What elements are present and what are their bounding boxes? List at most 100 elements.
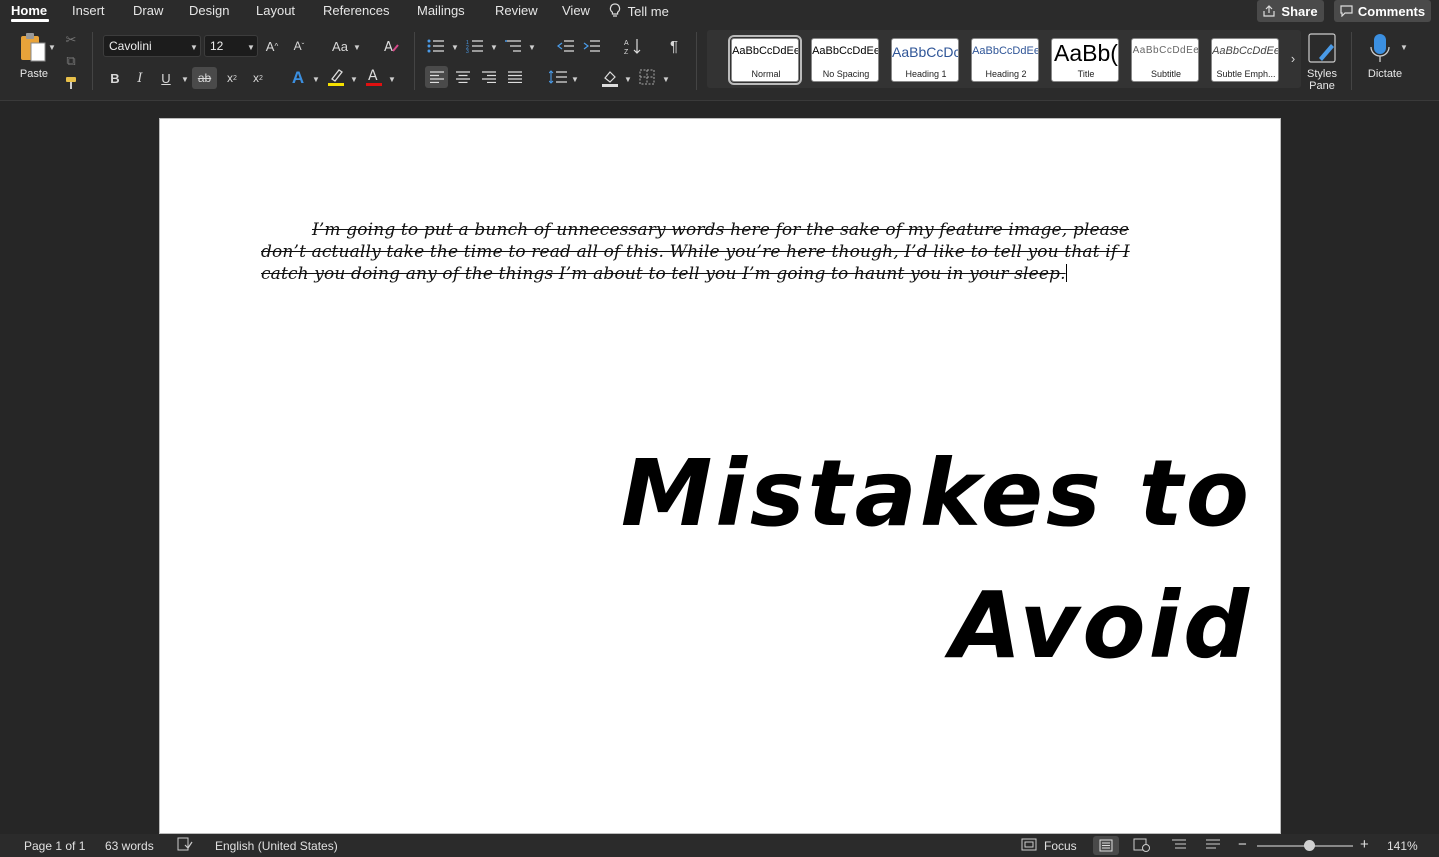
- bullets-icon[interactable]: [426, 36, 446, 56]
- share-button[interactable]: Share: [1257, 0, 1324, 22]
- shrink-font-icon[interactable]: Aˇ: [289, 36, 309, 56]
- shading-chevron-icon[interactable]: ▼: [624, 75, 632, 84]
- font-size-chevron-icon[interactable]: ▼: [247, 43, 255, 52]
- font-color-chevron-icon[interactable]: ▼: [388, 75, 396, 84]
- outline-view-icon[interactable]: [1171, 838, 1187, 854]
- underline-chevron-icon[interactable]: ▼: [181, 75, 189, 84]
- font-family-value: Cavolini: [109, 39, 152, 53]
- language[interactable]: English (United States): [215, 839, 338, 853]
- zoom-level[interactable]: 141%: [1387, 839, 1418, 853]
- superscript-icon[interactable]: x2: [248, 68, 268, 88]
- chevron-right-icon[interactable]: ›: [1287, 50, 1299, 66]
- styles-pane-icon: [1308, 33, 1336, 63]
- focus-button[interactable]: Focus: [1044, 839, 1077, 853]
- paste-options-chevron-icon[interactable]: ▼: [48, 43, 56, 52]
- page-count[interactable]: Page 1 of 1: [24, 839, 85, 853]
- change-case-chevron-icon[interactable]: ▼: [353, 43, 361, 52]
- copy-icon[interactable]: ⧉: [62, 53, 80, 69]
- justify-icon[interactable]: [505, 67, 525, 87]
- style-normal[interactable]: AaBbCcDdEe Normal: [728, 35, 802, 85]
- group-divider: [1351, 32, 1352, 90]
- shading-icon[interactable]: [599, 67, 621, 89]
- numbering-chevron-icon[interactable]: ▼: [490, 43, 498, 52]
- style-heading-2[interactable]: AaBbCcDdEe Heading 2: [971, 38, 1039, 82]
- heading-line-1[interactable]: Mistakes to: [621, 439, 1252, 549]
- borders-icon[interactable]: [636, 67, 658, 87]
- align-right-icon[interactable]: [479, 67, 499, 87]
- tab-design[interactable]: Design: [189, 3, 229, 18]
- print-layout-view[interactable]: [1093, 836, 1119, 855]
- dictate-chevron-icon[interactable]: ▼: [1400, 43, 1408, 52]
- proofing-icon[interactable]: [177, 837, 193, 854]
- bullets-chevron-icon[interactable]: ▼: [451, 43, 459, 52]
- bold-icon[interactable]: B: [106, 68, 124, 88]
- styles-pane-label: Styles Pane: [1307, 68, 1337, 92]
- web-layout-icon[interactable]: [1133, 838, 1150, 855]
- change-case-icon[interactable]: Aa: [328, 36, 352, 56]
- multilevel-chevron-icon[interactable]: ▼: [528, 43, 536, 52]
- tab-insert[interactable]: Insert: [72, 3, 105, 18]
- heading-line-2[interactable]: Avoid: [950, 571, 1252, 681]
- format-painter-icon[interactable]: [61, 74, 81, 92]
- strikethrough-icon[interactable]: ab: [192, 67, 217, 89]
- tell-me-label: Tell me: [627, 4, 669, 19]
- text-cursor: [1065, 264, 1067, 282]
- word-count[interactable]: 63 words: [105, 839, 154, 853]
- microphone-icon: [1370, 34, 1390, 62]
- svg-text:A: A: [384, 40, 393, 54]
- tab-review[interactable]: Review: [495, 3, 538, 18]
- subscript-icon[interactable]: x2: [222, 68, 242, 88]
- zoom-out-button[interactable]: −: [1238, 836, 1247, 853]
- draft-view-icon[interactable]: [1205, 838, 1221, 854]
- line-spacing-icon[interactable]: [547, 67, 569, 87]
- align-center-icon[interactable]: [453, 67, 473, 87]
- style-no-spacing[interactable]: AaBbCcDdEe No Spacing: [811, 38, 879, 82]
- dictate-button[interactable]: [1367, 31, 1393, 65]
- pilcrow-icon[interactable]: ¶: [664, 36, 684, 56]
- borders-chevron-icon[interactable]: ▼: [662, 75, 670, 84]
- style-subtitle[interactable]: AaBbCcDdEe Subtitle: [1131, 38, 1199, 82]
- text-effects-icon[interactable]: A: [288, 67, 308, 89]
- style-name: No Spacing: [822, 69, 870, 79]
- zoom-slider-thumb[interactable]: [1304, 840, 1315, 851]
- comments-button[interactable]: Comments: [1334, 0, 1431, 22]
- highlight-icon[interactable]: [326, 66, 346, 88]
- italic-icon[interactable]: I: [131, 68, 149, 88]
- style-preview: AaBbCcDdEe: [812, 45, 879, 57]
- font-color-icon[interactable]: A: [364, 66, 384, 88]
- tab-view[interactable]: View: [562, 3, 590, 18]
- zoom-in-button[interactable]: +: [1360, 836, 1369, 853]
- style-preview: AaBbCcDdEe: [732, 45, 799, 57]
- align-left-icon[interactable]: [425, 66, 448, 88]
- multilevel-list-icon[interactable]: [504, 36, 524, 56]
- text-effects-chevron-icon[interactable]: ▼: [312, 75, 320, 84]
- cut-icon[interactable]: ✂: [62, 32, 80, 48]
- comments-label: Comments: [1357, 3, 1426, 19]
- sort-icon[interactable]: AZ: [623, 36, 643, 56]
- style-title[interactable]: AaBb( Title: [1051, 38, 1119, 82]
- decrease-indent-icon[interactable]: [556, 36, 576, 56]
- tab-references[interactable]: References: [323, 3, 389, 18]
- tab-mailings[interactable]: Mailings: [417, 3, 465, 18]
- underline-icon[interactable]: U: [157, 68, 175, 88]
- font-family-chevron-icon[interactable]: ▼: [190, 43, 198, 52]
- focus-icon[interactable]: [1021, 838, 1037, 854]
- style-subtle-emphasis[interactable]: AaBbCcDdEe Subtle Emph...: [1211, 38, 1279, 82]
- grow-font-icon[interactable]: A ^: [262, 36, 282, 56]
- style-heading-1[interactable]: AaBbCcDc Heading 1: [891, 38, 959, 82]
- clear-formatting-icon[interactable]: A: [381, 36, 403, 56]
- font-family-select[interactable]: Cavolini: [103, 35, 201, 57]
- svg-text:A: A: [624, 40, 629, 47]
- line-spacing-chevron-icon[interactable]: ▼: [571, 75, 579, 84]
- tab-draw[interactable]: Draw: [133, 3, 163, 18]
- body-paragraph[interactable]: I’m going to put a bunch of unnecessary …: [261, 219, 1161, 285]
- document-page[interactable]: I’m going to put a bunch of unnecessary …: [159, 118, 1281, 834]
- style-preview: AaBbCcDdEe: [972, 45, 1039, 57]
- tab-home[interactable]: Home: [11, 3, 47, 18]
- tab-layout[interactable]: Layout: [256, 3, 295, 18]
- styles-pane-button[interactable]: [1306, 31, 1338, 65]
- highlight-chevron-icon[interactable]: ▼: [350, 75, 358, 84]
- numbering-icon[interactable]: 123: [465, 36, 485, 56]
- increase-indent-icon[interactable]: [582, 36, 602, 56]
- tell-me[interactable]: Tell me: [609, 3, 669, 19]
